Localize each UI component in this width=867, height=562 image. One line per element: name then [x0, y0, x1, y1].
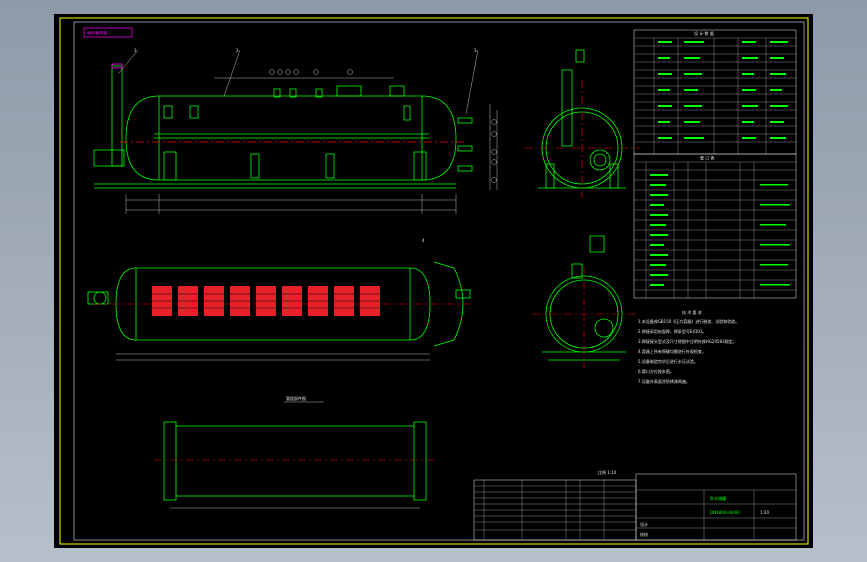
top-view-dimensions: [116, 353, 430, 361]
tube-bundle: [146, 286, 394, 316]
nozzle-table: 管 口 表: [633, 153, 797, 299]
stamp-box: 材料表/N型: [83, 27, 133, 38]
title-block-designer: 设计: [640, 521, 648, 527]
part-label-2: 2: [236, 48, 239, 53]
outer-frame: [59, 17, 809, 545]
nozzle-table-title: 管 口 表: [700, 155, 715, 161]
part-label-1: 1: [134, 48, 137, 53]
tech-req-line-4: 4.容器上所有焊缝均需进行外观检查。: [638, 348, 706, 354]
bundle-detail: 管程部件图: [154, 395, 434, 509]
title-block-checker: 校核: [640, 531, 648, 537]
title-block-name: 卧式储罐: [710, 495, 726, 501]
bundle-caption: 管程部件图: [286, 395, 306, 401]
title-block: 卧式储罐 DN1800×6000 1:20 设计 校核: [635, 473, 797, 541]
stamp-text: 材料表/N型: [87, 30, 107, 36]
tech-req-line-1: 1.本设备按GB150《压力容器》进行制造、试验和验收。: [638, 318, 739, 324]
tech-req-line-6: 6.管口方位按本图。: [638, 368, 674, 374]
front-view: [93, 63, 473, 189]
title-block-drawing-no: DN1800×6000: [710, 510, 740, 515]
tech-req-line-3: 3.焊接接头型式及尺寸除图中注明外按HG20583规定。: [638, 338, 737, 344]
tech-req-line-7: 7.设备外表面涂防锈漆两遍。: [638, 378, 690, 384]
tech-req-line-2: 2.焊接采用电弧焊，焊条型号E4303。: [638, 328, 707, 334]
tech-req-line-5: 5.设备制造完毕后进行水压试验。: [638, 358, 698, 364]
part-label-4: 4: [422, 238, 425, 243]
tech-req-title: 技 术 要 求: [682, 309, 702, 315]
part-label-3: 3: [474, 48, 477, 53]
drawing-sheet: 材料表/N型 1 2 3 4 管程部件图 设 计 数 据 管 口 表 技 术 要…: [54, 14, 813, 548]
title-block-scale: 1:20: [760, 510, 769, 515]
scale-note: 比例 1:10: [598, 469, 617, 475]
front-dimensions: [125, 77, 498, 214]
part-callouts: 1 2 3 4: [117, 48, 479, 243]
design-data-title: 设 计 数 据: [694, 30, 714, 36]
design-data-table: 设 计 数 据: [633, 29, 797, 155]
cad-drawing: 材料表/N型 1 2 3 4 管程部件图 设 计 数 据 管 口 表 技 术 要…: [59, 17, 809, 545]
nozzle-callouts: [269, 69, 497, 183]
parts-list: 比例 1:10: [473, 469, 637, 541]
technical-requirements: 技 术 要 求 1.本设备按GB150《压力容器》进行制造、试验和验收。 2.焊…: [638, 309, 739, 384]
